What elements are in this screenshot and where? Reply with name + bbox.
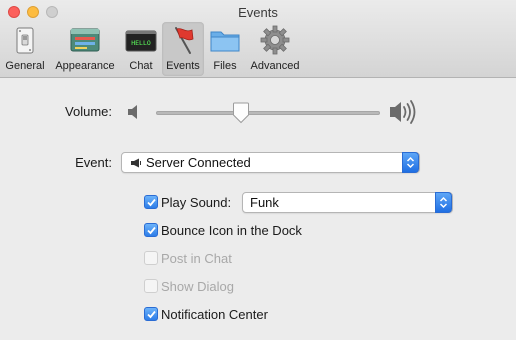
toolbar-general[interactable]: General <box>2 22 48 76</box>
checkbox-label: Play Sound: <box>161 195 232 210</box>
title-bar: Events General Appearance HELLO Chat Eve… <box>0 0 516 78</box>
event-select-value: Server Connected <box>146 155 251 170</box>
toolbar-label: Chat <box>129 60 153 72</box>
toolbar-appearance[interactable]: Appearance <box>50 22 120 76</box>
toolbar-files[interactable]: Files <box>206 22 244 76</box>
checkbox-box[interactable] <box>144 195 158 209</box>
checkbox-label: Notification Center <box>161 307 268 322</box>
checkmark-icon <box>147 226 156 235</box>
sound-select[interactable]: Funk <box>242 192 453 213</box>
event-select-arrow[interactable] <box>402 152 419 173</box>
server-icon <box>131 158 141 168</box>
volume-high-icon <box>390 100 416 124</box>
toolbar-label: Advanced <box>250 60 300 72</box>
chevron-updown-icon <box>439 196 448 209</box>
checkbox-box <box>144 251 158 265</box>
checkbox-box[interactable] <box>144 307 158 321</box>
toolbar-label: Events <box>166 60 200 72</box>
event-label: Event: <box>75 155 112 170</box>
window-title: Events <box>238 5 278 20</box>
svg-text:HELLO: HELLO <box>131 39 151 47</box>
switch-icon <box>16 27 34 54</box>
checkbox-label: Post in Chat <box>161 251 232 266</box>
toolbar-label: Files <box>213 60 237 72</box>
appearance-window-icon <box>70 28 100 52</box>
sound-select-value: Funk <box>250 195 279 210</box>
toolbar-label: General <box>5 60 45 72</box>
volume-slider-knob[interactable] <box>232 102 250 124</box>
terminal-icon: HELLO <box>125 30 157 52</box>
sound-select-arrow[interactable] <box>435 192 452 213</box>
event-select[interactable]: Server Connected <box>121 152 420 173</box>
folder-icon <box>210 31 240 52</box>
toolbar-events[interactable]: Events <box>162 22 204 76</box>
preferences-window: Events General Appearance HELLO Chat Eve… <box>0 0 516 340</box>
checkbox-label: Show Dialog <box>161 279 234 294</box>
toolbar-chat[interactable]: HELLO Chat <box>122 22 160 76</box>
flag-icon <box>175 27 194 54</box>
toolbar-advanced[interactable]: Advanced <box>246 22 304 76</box>
checkmark-icon <box>147 198 156 207</box>
checkbox-box <box>144 279 158 293</box>
volume-label: Volume: <box>65 104 112 119</box>
chevron-updown-icon <box>406 156 415 169</box>
volume-slider-track[interactable] <box>156 111 380 115</box>
gear-icon <box>260 25 290 55</box>
checkmark-icon <box>147 310 156 319</box>
toolbar-label: Appearance <box>55 60 115 72</box>
checkbox-label: Bounce Icon in the Dock <box>161 223 302 238</box>
checkbox-box[interactable] <box>144 223 158 237</box>
volume-low-icon <box>128 105 137 119</box>
